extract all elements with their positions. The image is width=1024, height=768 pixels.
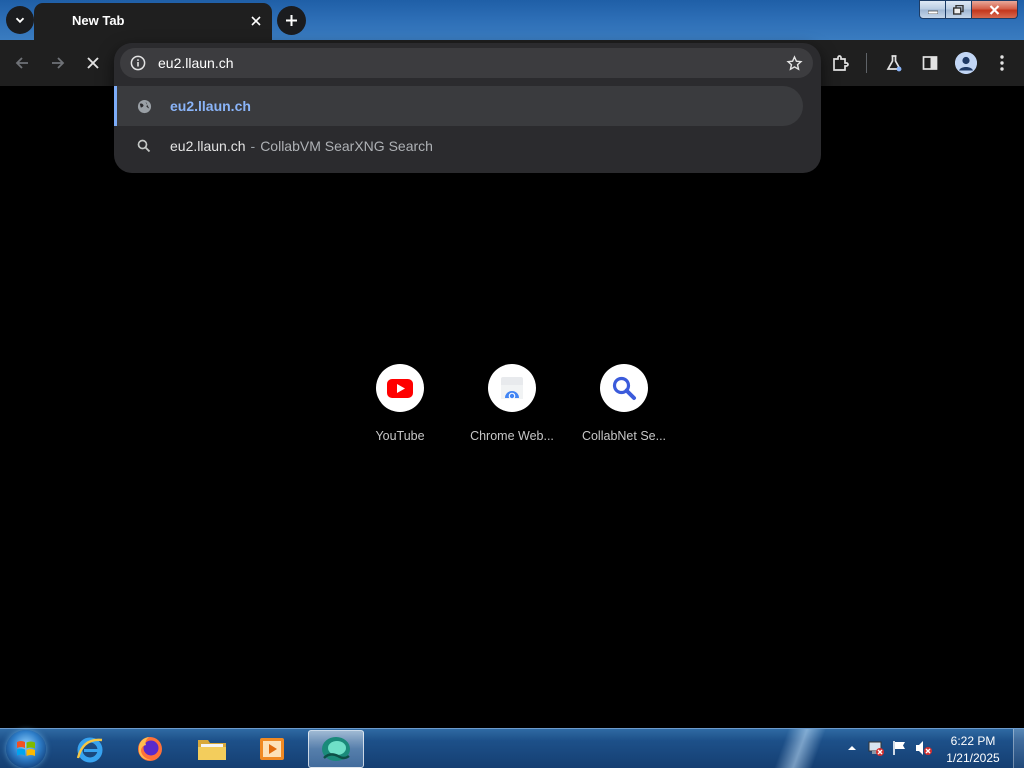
taskbar-media-player[interactable] xyxy=(244,730,300,768)
taskbar-collabvm-app[interactable] xyxy=(308,730,364,768)
omnibox-suggestion-url[interactable]: eu2.llaun.ch xyxy=(114,86,803,126)
info-icon xyxy=(130,55,146,71)
shortcut-youtube[interactable]: YouTube xyxy=(344,364,456,454)
suggestion-separator: - xyxy=(250,138,256,154)
windows-logo-icon xyxy=(17,741,35,756)
shortcut-tile xyxy=(376,364,424,412)
back-button[interactable] xyxy=(8,49,36,77)
omnibox-popup: eu2.llaun.ch eu2.llaun.ch eu2.llaun.ch - C… xyxy=(114,43,821,173)
youtube-icon xyxy=(387,378,413,398)
shortcut-tile xyxy=(600,364,648,412)
shortcut-label: YouTube xyxy=(375,429,425,443)
shortcut-label: CollabNet Se... xyxy=(581,429,667,443)
tab-search-button[interactable] xyxy=(6,6,34,34)
shortcut-chrome-web-store[interactable]: Chrome Web... xyxy=(456,364,568,454)
chevron-up-icon xyxy=(848,746,856,750)
menu-button[interactable] xyxy=(988,49,1016,77)
side-panel-button[interactable] xyxy=(916,49,944,77)
taskbar: 6:22 PM 1/21/2025 xyxy=(0,728,1024,768)
suggestion-main-text: eu2.llaun.ch xyxy=(170,98,251,114)
arrow-right-icon xyxy=(52,57,65,69)
firefox-icon xyxy=(138,737,162,761)
tab-title: New Tab xyxy=(72,13,125,28)
shortcut-label: Chrome Web... xyxy=(470,429,554,443)
minimize-button[interactable] xyxy=(919,0,946,19)
shortcut-collabnet-search[interactable]: CollabNet Se... xyxy=(568,364,680,454)
window-controls xyxy=(919,0,1018,19)
labs-button[interactable] xyxy=(880,49,908,77)
folder-icon xyxy=(198,740,226,760)
restore-button[interactable] xyxy=(946,0,972,19)
profile-button[interactable] xyxy=(952,49,980,77)
network-tray-button[interactable] xyxy=(867,739,885,757)
more-vertical-icon xyxy=(1000,55,1004,71)
volume-muted-icon xyxy=(916,741,932,755)
omnibox-suggestion-search[interactable]: eu2.llaun.ch - CollabVM SearXNG Search xyxy=(114,126,803,166)
stop-loading-button[interactable] xyxy=(79,49,107,77)
star-icon xyxy=(785,54,803,71)
puzzle-icon xyxy=(833,55,849,71)
search-icon xyxy=(135,137,153,155)
plus-icon xyxy=(286,15,297,26)
network-disconnected-icon xyxy=(868,741,884,756)
close-icon xyxy=(989,4,1000,15)
avatar xyxy=(955,52,977,74)
chrome-web-store-icon xyxy=(501,377,523,400)
volume-tray-button[interactable] xyxy=(915,739,933,757)
suggestion-line: eu2.llaun.ch - CollabVM SearXNG Search xyxy=(170,138,433,154)
close-icon xyxy=(251,16,261,26)
person-icon xyxy=(955,52,977,74)
clock-date: 1/21/2025 xyxy=(946,751,1000,765)
minimize-icon xyxy=(927,10,938,14)
show-desktop-button[interactable] xyxy=(1013,729,1024,768)
globe-icon xyxy=(135,97,153,115)
address-bar[interactable]: eu2.llaun.ch xyxy=(120,48,813,78)
action-center-tray-button[interactable] xyxy=(891,739,909,757)
window-titlebar: New Tab xyxy=(0,0,1024,40)
magnifier-icon xyxy=(612,376,636,400)
restore-icon xyxy=(953,4,964,15)
shortcut-tile xyxy=(488,364,536,412)
arrow-left-icon xyxy=(15,57,28,69)
flag-icon xyxy=(893,741,905,755)
taskbar-clock[interactable]: 6:22 PM 1/21/2025 xyxy=(938,733,1008,767)
taskbar-internet-explorer[interactable] xyxy=(62,730,118,768)
site-info-button[interactable] xyxy=(129,54,147,72)
taskbar-firefox[interactable] xyxy=(122,730,178,768)
side-panel-icon xyxy=(922,56,938,70)
internet-explorer-icon xyxy=(76,737,103,763)
suggestion-main-text: eu2.llaun.ch xyxy=(170,138,246,154)
address-bar-text[interactable]: eu2.llaun.ch xyxy=(158,55,234,71)
show-hidden-icons-button[interactable] xyxy=(843,739,861,757)
toolbar-divider xyxy=(866,53,867,73)
taskbar-glare xyxy=(760,729,840,768)
bookmark-button[interactable] xyxy=(784,53,804,73)
forward-button[interactable] xyxy=(44,49,72,77)
tab-new-tab[interactable]: New Tab xyxy=(34,3,272,40)
media-player-icon xyxy=(260,738,284,760)
close-window-button[interactable] xyxy=(972,0,1018,19)
chevron-down-icon xyxy=(15,17,25,24)
new-tab-button[interactable] xyxy=(277,6,306,35)
flask-icon xyxy=(886,55,902,72)
close-icon xyxy=(87,57,99,69)
tab-close-button[interactable] xyxy=(246,11,266,31)
extensions-button[interactable] xyxy=(826,49,854,77)
taskbar-file-explorer[interactable] xyxy=(184,730,240,768)
collabvm-app-icon xyxy=(322,737,350,761)
suggestion-description: CollabVM SearXNG Search xyxy=(260,138,433,154)
clock-time: 6:22 PM xyxy=(950,734,996,748)
start-button[interactable] xyxy=(6,730,46,768)
